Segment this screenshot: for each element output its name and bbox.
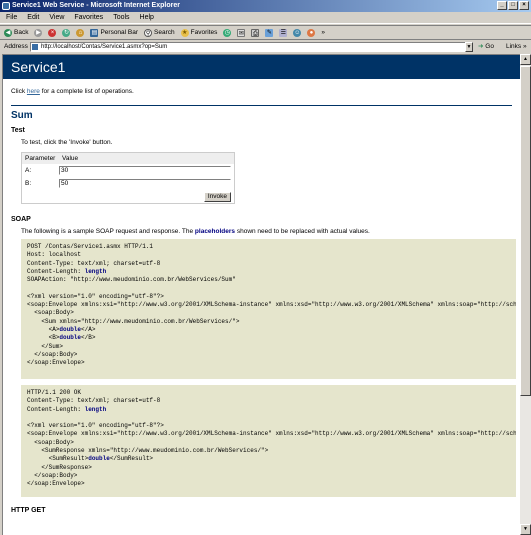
toolbar-chevron[interactable]: » bbox=[321, 29, 325, 36]
param-b-input[interactable] bbox=[59, 179, 231, 188]
favorites-star-icon: ★ bbox=[180, 28, 189, 37]
scroll-thumb[interactable] bbox=[520, 66, 531, 396]
links-chevron-icon: » bbox=[523, 43, 527, 50]
favorites-button[interactable]: ★ Favorites bbox=[180, 28, 218, 37]
search-icon: ⚲ bbox=[144, 28, 153, 37]
address-label: Address bbox=[4, 43, 28, 50]
go-button[interactable]: ➜ Go bbox=[478, 42, 494, 52]
maximize-button[interactable]: □ bbox=[508, 1, 518, 10]
menu-bar: File Edit View Favorites Tools Help bbox=[0, 12, 531, 24]
personal-bar-label: Personal Bar bbox=[100, 29, 139, 36]
menu-edit[interactable]: Edit bbox=[27, 14, 39, 21]
back-arrow-icon: ◀ bbox=[4, 28, 12, 37]
intro-pre: Click bbox=[11, 88, 27, 95]
operation-title: Sum bbox=[11, 105, 512, 121]
param-a-input[interactable] bbox=[59, 166, 231, 175]
edit-icon: ✎ bbox=[265, 28, 274, 37]
req-b-placeholder: double bbox=[59, 334, 82, 342]
print-button[interactable]: ⎙ bbox=[251, 28, 260, 37]
window-title: Service1 Web Service - Microsoft Interne… bbox=[12, 2, 180, 9]
search-label: Search bbox=[154, 29, 175, 36]
go-arrow-icon: ➜ bbox=[478, 43, 484, 50]
print-icon: ⎙ bbox=[251, 28, 260, 37]
test-heading: Test bbox=[11, 127, 25, 134]
address-bar: Address http://localhost/Contas/Service1… bbox=[0, 39, 531, 53]
soap-description: The following is a sample SOAP request a… bbox=[21, 228, 512, 235]
resp-value-placeholder: double bbox=[88, 455, 110, 463]
menu-view[interactable]: View bbox=[49, 14, 64, 21]
personal-bar-button[interactable]: ▤ Personal Bar bbox=[90, 28, 139, 37]
scroll-down-arrow-icon[interactable]: ▼ bbox=[520, 524, 531, 535]
back-label: Back bbox=[14, 29, 29, 36]
menu-help[interactable]: Help bbox=[140, 14, 154, 21]
research-icon: ● bbox=[307, 28, 316, 37]
history-icon: ◷ bbox=[223, 28, 232, 37]
vertical-scrollbar[interactable]: ▲ ▼ bbox=[520, 54, 531, 535]
stop-button[interactable]: × bbox=[48, 28, 57, 37]
soap-response-sample: HTTP/1.1 200 OK Content-Type: text/xml; … bbox=[21, 385, 516, 497]
placeholders-term: placeholders bbox=[194, 228, 236, 235]
resp-length-placeholder: length bbox=[84, 405, 107, 413]
address-input[interactable]: http://localhost/Contas/Service1.asmx?op… bbox=[30, 42, 472, 52]
home-icon: ⌂ bbox=[76, 28, 85, 37]
soap-request-sample: POST /Contas/Service1.asmx HTTP/1.1 Host… bbox=[21, 239, 516, 379]
parameter-column-header: Parameter bbox=[25, 155, 56, 162]
intro-post: for a complete list of operations. bbox=[39, 88, 134, 95]
links-label: Links bbox=[506, 43, 522, 50]
search-button[interactable]: ⚲ Search bbox=[144, 28, 175, 37]
value-column-header: Value bbox=[62, 155, 79, 162]
forward-arrow-icon: ▶ bbox=[34, 28, 43, 37]
req-a-placeholder: double bbox=[59, 325, 82, 333]
home-button[interactable]: ⌂ bbox=[76, 28, 85, 37]
mail-icon: ✉ bbox=[237, 28, 246, 37]
personal-bar-icon: ▤ bbox=[90, 28, 99, 37]
refresh-icon: ↻ bbox=[62, 28, 71, 37]
mail-button[interactable]: ✉ bbox=[237, 28, 246, 37]
ie-icon bbox=[2, 2, 10, 10]
back-button[interactable]: ◀ Back bbox=[4, 28, 29, 37]
test-instruction: To test, click the 'Invoke' button. bbox=[21, 139, 113, 146]
stop-icon: × bbox=[48, 28, 57, 37]
discuss-button[interactable]: ☰ bbox=[279, 28, 288, 37]
address-url: http://localhost/Contas/Service1.asmx?op… bbox=[41, 44, 168, 50]
edit-button[interactable]: ✎ bbox=[265, 28, 274, 37]
links-button[interactable]: Links » bbox=[506, 42, 527, 52]
parameter-header-row: Parameter Value bbox=[22, 153, 234, 164]
title-bar: Service1 Web Service - Microsoft Interne… bbox=[0, 0, 531, 12]
messenger-icon: ☺ bbox=[293, 28, 302, 37]
operations-list-link[interactable]: here bbox=[27, 88, 40, 95]
soap-desc-pre: The following is a sample SOAP request a… bbox=[21, 228, 195, 235]
discuss-icon: ☰ bbox=[279, 28, 288, 37]
soap-desc-post: shown need to be replaced with actual va… bbox=[235, 228, 370, 235]
research-button[interactable]: ● bbox=[307, 28, 316, 37]
page-icon bbox=[32, 44, 38, 50]
page-content: Service1 Click here for a complete list … bbox=[2, 54, 520, 535]
service-banner: Service1 bbox=[3, 55, 520, 79]
menu-file[interactable]: File bbox=[6, 14, 17, 21]
param-b-label: B: bbox=[25, 180, 32, 187]
minimize-button[interactable]: _ bbox=[497, 1, 507, 10]
parameter-form: Parameter Value A: B: Invoke bbox=[21, 152, 235, 204]
req-length-placeholder: length bbox=[84, 267, 107, 275]
intro-text: Click here for a complete list of operat… bbox=[11, 88, 512, 95]
favorites-label: Favorites bbox=[190, 29, 218, 36]
soap-heading: SOAP bbox=[11, 216, 31, 223]
refresh-button[interactable]: ↻ bbox=[62, 28, 71, 37]
invoke-button[interactable]: Invoke bbox=[203, 191, 231, 202]
close-button[interactable]: × bbox=[519, 1, 529, 10]
scroll-up-arrow-icon[interactable]: ▲ bbox=[520, 54, 531, 65]
menu-favorites[interactable]: Favorites bbox=[74, 14, 103, 21]
parameter-row-b: B: bbox=[22, 177, 234, 190]
http-get-heading: HTTP GET bbox=[11, 507, 46, 514]
history-button[interactable]: ◷ bbox=[223, 28, 232, 37]
menu-tools[interactable]: Tools bbox=[113, 14, 129, 21]
address-dropdown-arrow[interactable]: ▼ bbox=[465, 42, 473, 52]
messenger-button[interactable]: ☺ bbox=[293, 28, 302, 37]
go-label: Go bbox=[485, 43, 494, 50]
forward-button[interactable]: ▶ bbox=[34, 28, 43, 37]
req-post: SOAPAction: "http://www.meudominio.com.b… bbox=[27, 276, 516, 333]
toolbar: ◀ Back ▶ × ↻ ⌂ ▤ Personal Bar ⚲ Search ★… bbox=[0, 25, 531, 39]
param-a-label: A: bbox=[25, 167, 32, 174]
parameter-row-a: A: bbox=[22, 164, 234, 177]
